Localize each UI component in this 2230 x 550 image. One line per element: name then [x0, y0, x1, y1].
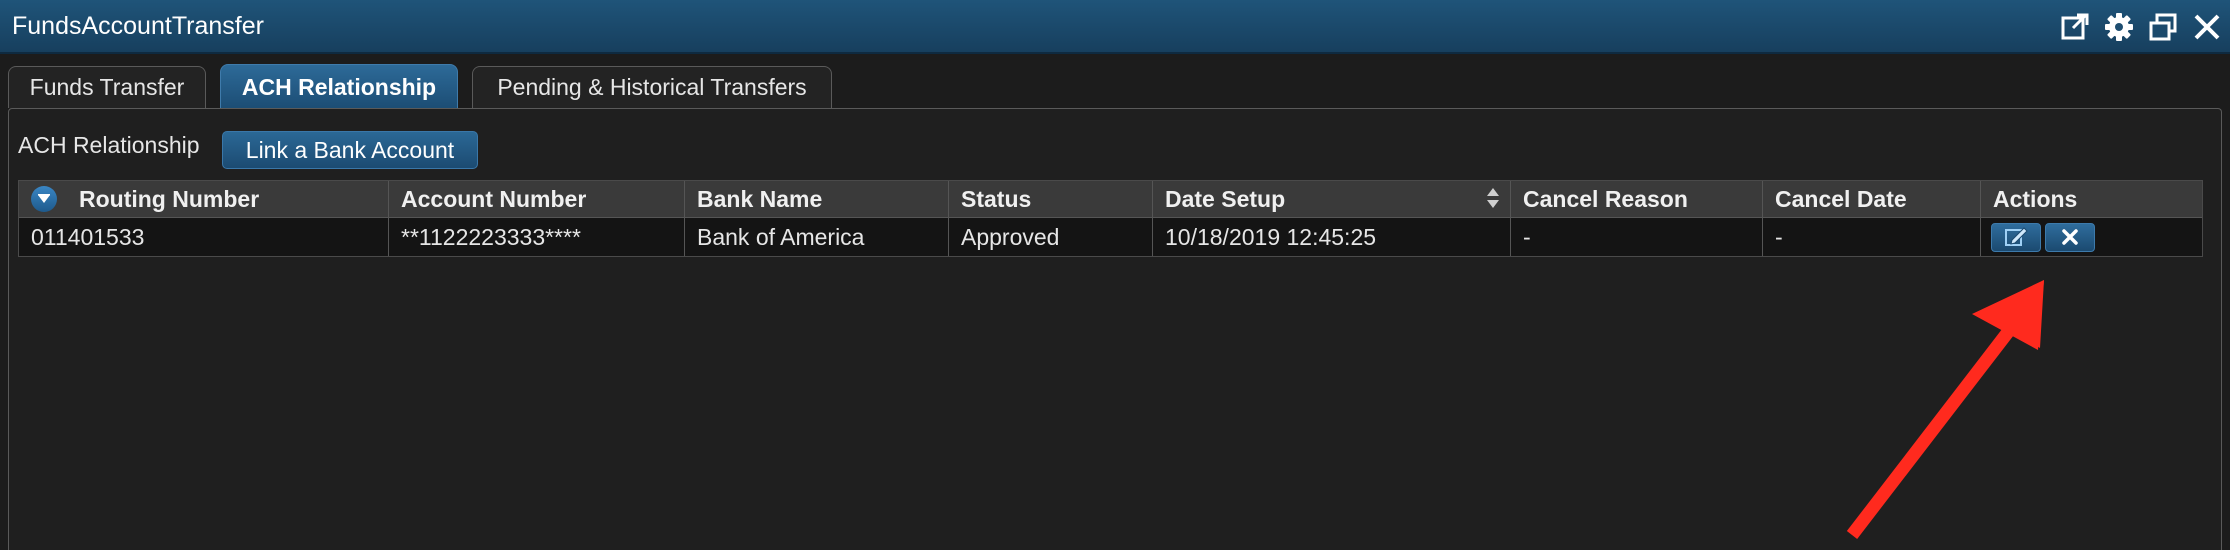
column-header-date-setup[interactable]: Date Setup — [1153, 181, 1511, 217]
column-label: Routing Number — [79, 185, 260, 212]
tab-label: ACH Relationship — [241, 73, 437, 100]
routing-number-value: 011401533 — [31, 223, 145, 250]
column-header-actions: Actions — [1981, 181, 2202, 217]
column-header-cancel-date[interactable]: Cancel Date — [1763, 181, 1981, 217]
column-header-routing-number[interactable]: Routing Number — [19, 181, 389, 217]
section-label: ACH Relationship — [18, 132, 200, 158]
column-header-bank-name[interactable]: Bank Name — [685, 181, 949, 217]
column-menu-icon[interactable] — [31, 186, 57, 212]
gear-icon[interactable] — [2104, 12, 2134, 42]
column-label: Cancel Date — [1775, 185, 1907, 212]
tab-funds-transfer[interactable]: Funds Transfer — [8, 66, 206, 108]
column-label: Actions — [1993, 185, 2078, 212]
column-label: Date Setup — [1165, 185, 1286, 212]
table-row[interactable]: 011401533 **1122223333**** Bank of Ameri… — [19, 218, 2202, 256]
annotation-arrow — [1846, 280, 2044, 539]
cell-actions — [1981, 218, 2202, 256]
cell-account-number: **1122223333**** — [389, 218, 685, 256]
date-setup-value: 10/18/2019 12:45:25 — [1165, 223, 1377, 250]
window-titlebar: FundsAccountTransfer — [0, 0, 2230, 54]
edit-icon — [2005, 227, 2028, 246]
cancel-x-icon — [2062, 229, 2078, 245]
cell-cancel-date: - — [1763, 218, 1981, 256]
tab-label: Funds Transfer — [29, 74, 185, 100]
popout-icon[interactable] — [2060, 12, 2090, 42]
column-label: Cancel Reason — [1523, 185, 1688, 212]
account-number-value: **1122223333**** — [401, 223, 581, 250]
tab-ach-relationship[interactable]: ACH Relationship — [220, 64, 458, 109]
link-bank-account-button[interactable]: Link a Bank Account — [222, 131, 478, 169]
tab-label: Pending & Historical Transfers — [497, 74, 807, 100]
table-header: Routing Number Account Number Bank Name … — [19, 181, 2202, 218]
sort-arrows-icon[interactable] — [1486, 187, 1500, 209]
edit-button[interactable] — [1991, 222, 2041, 252]
cell-routing-number: 011401533 — [19, 218, 389, 256]
restore-icon[interactable] — [2148, 12, 2178, 42]
cancel-reason-value: - — [1523, 223, 1531, 250]
cell-cancel-reason: - — [1511, 218, 1763, 256]
tab-pending-historical-transfers[interactable]: Pending & Historical Transfers — [472, 66, 832, 108]
column-label: Status — [961, 185, 1032, 212]
cancel-date-value: - — [1775, 223, 1783, 250]
bank-name-value: Bank of America — [697, 223, 865, 250]
cell-bank-name: Bank of America — [685, 218, 949, 256]
column-label: Account Number — [401, 185, 587, 212]
column-header-status[interactable]: Status — [949, 181, 1153, 217]
column-header-account-number[interactable]: Account Number — [389, 181, 685, 217]
status-value: Approved — [961, 223, 1060, 250]
window-controls — [2060, 12, 2222, 42]
ach-relationship-table: Routing Number Account Number Bank Name … — [18, 180, 2203, 257]
close-icon[interactable] — [2192, 12, 2222, 42]
cell-date-setup: 10/18/2019 12:45:25 — [1153, 218, 1511, 256]
column-header-cancel-reason[interactable]: Cancel Reason — [1511, 181, 1763, 217]
cell-status: Approved — [949, 218, 1153, 256]
column-label: Bank Name — [697, 185, 823, 212]
cancel-relationship-button[interactable] — [2045, 222, 2095, 252]
window-title: FundsAccountTransfer — [12, 12, 264, 40]
